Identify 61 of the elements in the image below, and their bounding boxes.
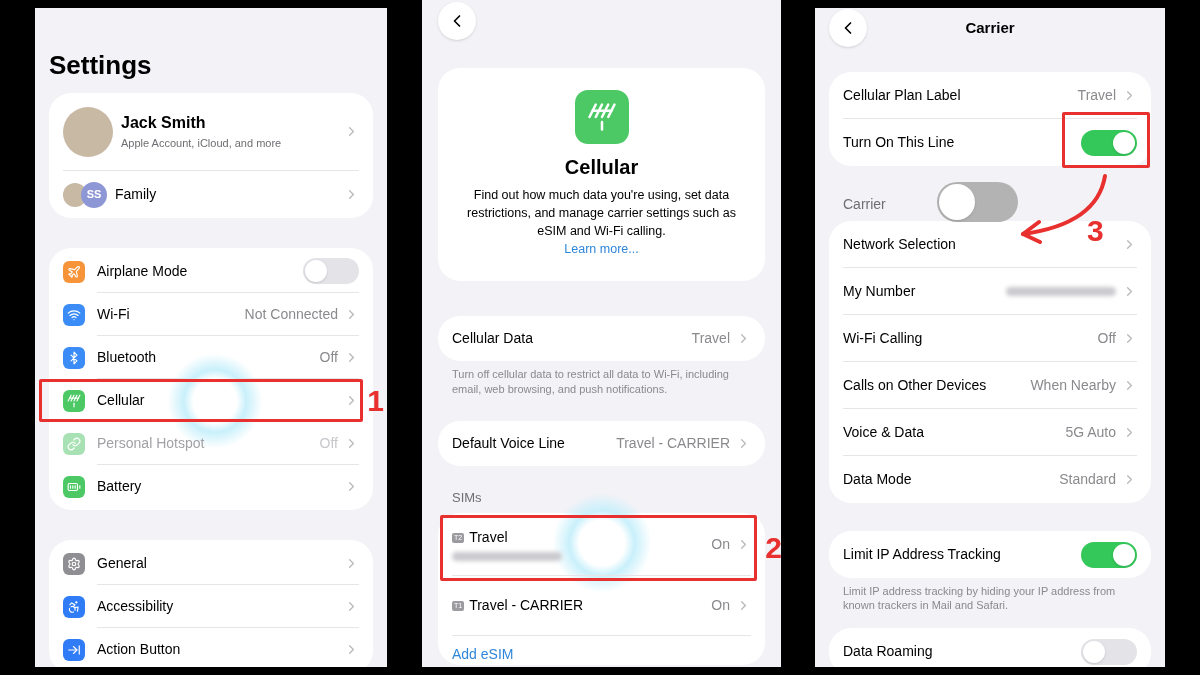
row-label: Default Voice Line: [452, 433, 566, 453]
row-label[interactable]: Wi-Fi Calling: [843, 327, 1092, 349]
description: Find out how much data you're using, set data restrictions, and manage carrier settings such as eSIM and Wi-Fi calling.: [466, 187, 737, 240]
toggle-switch[interactable]: [1081, 638, 1137, 665]
screen-title: Settings: [49, 49, 153, 82]
photo-placeholder: [63, 106, 113, 157]
row-value: Travel - CARRIER: [616, 433, 730, 453]
row-value: Not Connected: [244, 304, 338, 324]
settings-row[interactable]: Cellular Data Travel: [438, 315, 765, 361]
row-label[interactable]: Limit IP Address Tracking: [843, 544, 1075, 565]
footer-note: Turn off cellular data to restrict all data to Wi-Fi, including email, web browsing, and push notifications.: [451, 366, 730, 397]
toggle-switch[interactable]: [1081, 541, 1137, 568]
row-label[interactable]: Cellular Plan Label: [843, 84, 1072, 106]
row-label[interactable]: Action Button: [97, 639, 338, 660]
row-value: When Nearby: [1030, 375, 1116, 395]
toggle-switch[interactable]: [1081, 129, 1137, 156]
row-value: 5G Auto: [1065, 422, 1116, 442]
step-number: 2: [765, 533, 781, 564]
row-label[interactable]: Calls on Other Devices: [843, 374, 1025, 396]
row-value: Off: [319, 433, 338, 453]
learn-more-link[interactable]: Learn more...: [564, 240, 639, 259]
row-value: Off: [319, 347, 338, 367]
row-label[interactable]: Turn On This Line: [843, 132, 1075, 153]
row-label[interactable]: Wi-Fi: [97, 303, 239, 325]
row-label[interactable]: Voice & Data: [843, 421, 1060, 443]
row-value: Travel: [1077, 85, 1116, 105]
row-value: On: [711, 534, 730, 554]
avatar-initials: SS: [81, 181, 107, 208]
row-label[interactable]: Accessibility: [97, 595, 338, 617]
row-label[interactable]: Battery: [97, 476, 338, 497]
row-label: Cellular Data: [452, 328, 534, 348]
section-header: SIMs: [451, 488, 483, 507]
back-button[interactable]: [438, 2, 476, 40]
row-value: On: [711, 596, 730, 616]
back-button[interactable]: [829, 9, 867, 47]
add-esim-link[interactable]: Add eSIM: [452, 644, 514, 666]
row-label[interactable]: General: [97, 552, 338, 574]
screen-title: Carrier: [965, 17, 1015, 38]
sim-name[interactable]: Travel - CARRIER: [469, 595, 583, 617]
sim-name[interactable]: Travel: [469, 527, 508, 549]
toggle-switch[interactable]: [303, 258, 359, 284]
row-value: Travel: [691, 328, 730, 348]
step-number: 1: [367, 386, 384, 416]
toggle-switch[interactable]: [937, 182, 1018, 222]
account-subtitle: Apple Account, iCloud, and more: [121, 136, 283, 152]
section-header: Carrier: [843, 195, 886, 214]
row-label[interactable]: Data Mode: [843, 469, 1054, 490]
row-label[interactable]: Data Roaming: [843, 641, 1075, 662]
row-label[interactable]: Cellular: [97, 389, 338, 411]
antenna-icon: [574, 90, 629, 144]
row-value: Standard: [1059, 470, 1116, 489]
row-label[interactable]: My Number: [843, 280, 1000, 302]
footer-note: Limit IP address tracking by hiding your IP address from known trackers in Mail and Safari.: [842, 584, 1117, 612]
account-name: Jack Smith: [121, 113, 207, 134]
row-label[interactable]: Bluetooth: [97, 346, 314, 368]
row-value: Off: [1097, 328, 1116, 348]
row-label[interactable]: Airplane Mode: [97, 260, 297, 282]
step-number: 3: [1087, 216, 1104, 246]
row-label: Family: [115, 185, 158, 204]
settings-row[interactable]: Default Voice Line Travel - CARRIER: [438, 420, 765, 466]
screen-title: Cellular: [564, 155, 639, 180]
